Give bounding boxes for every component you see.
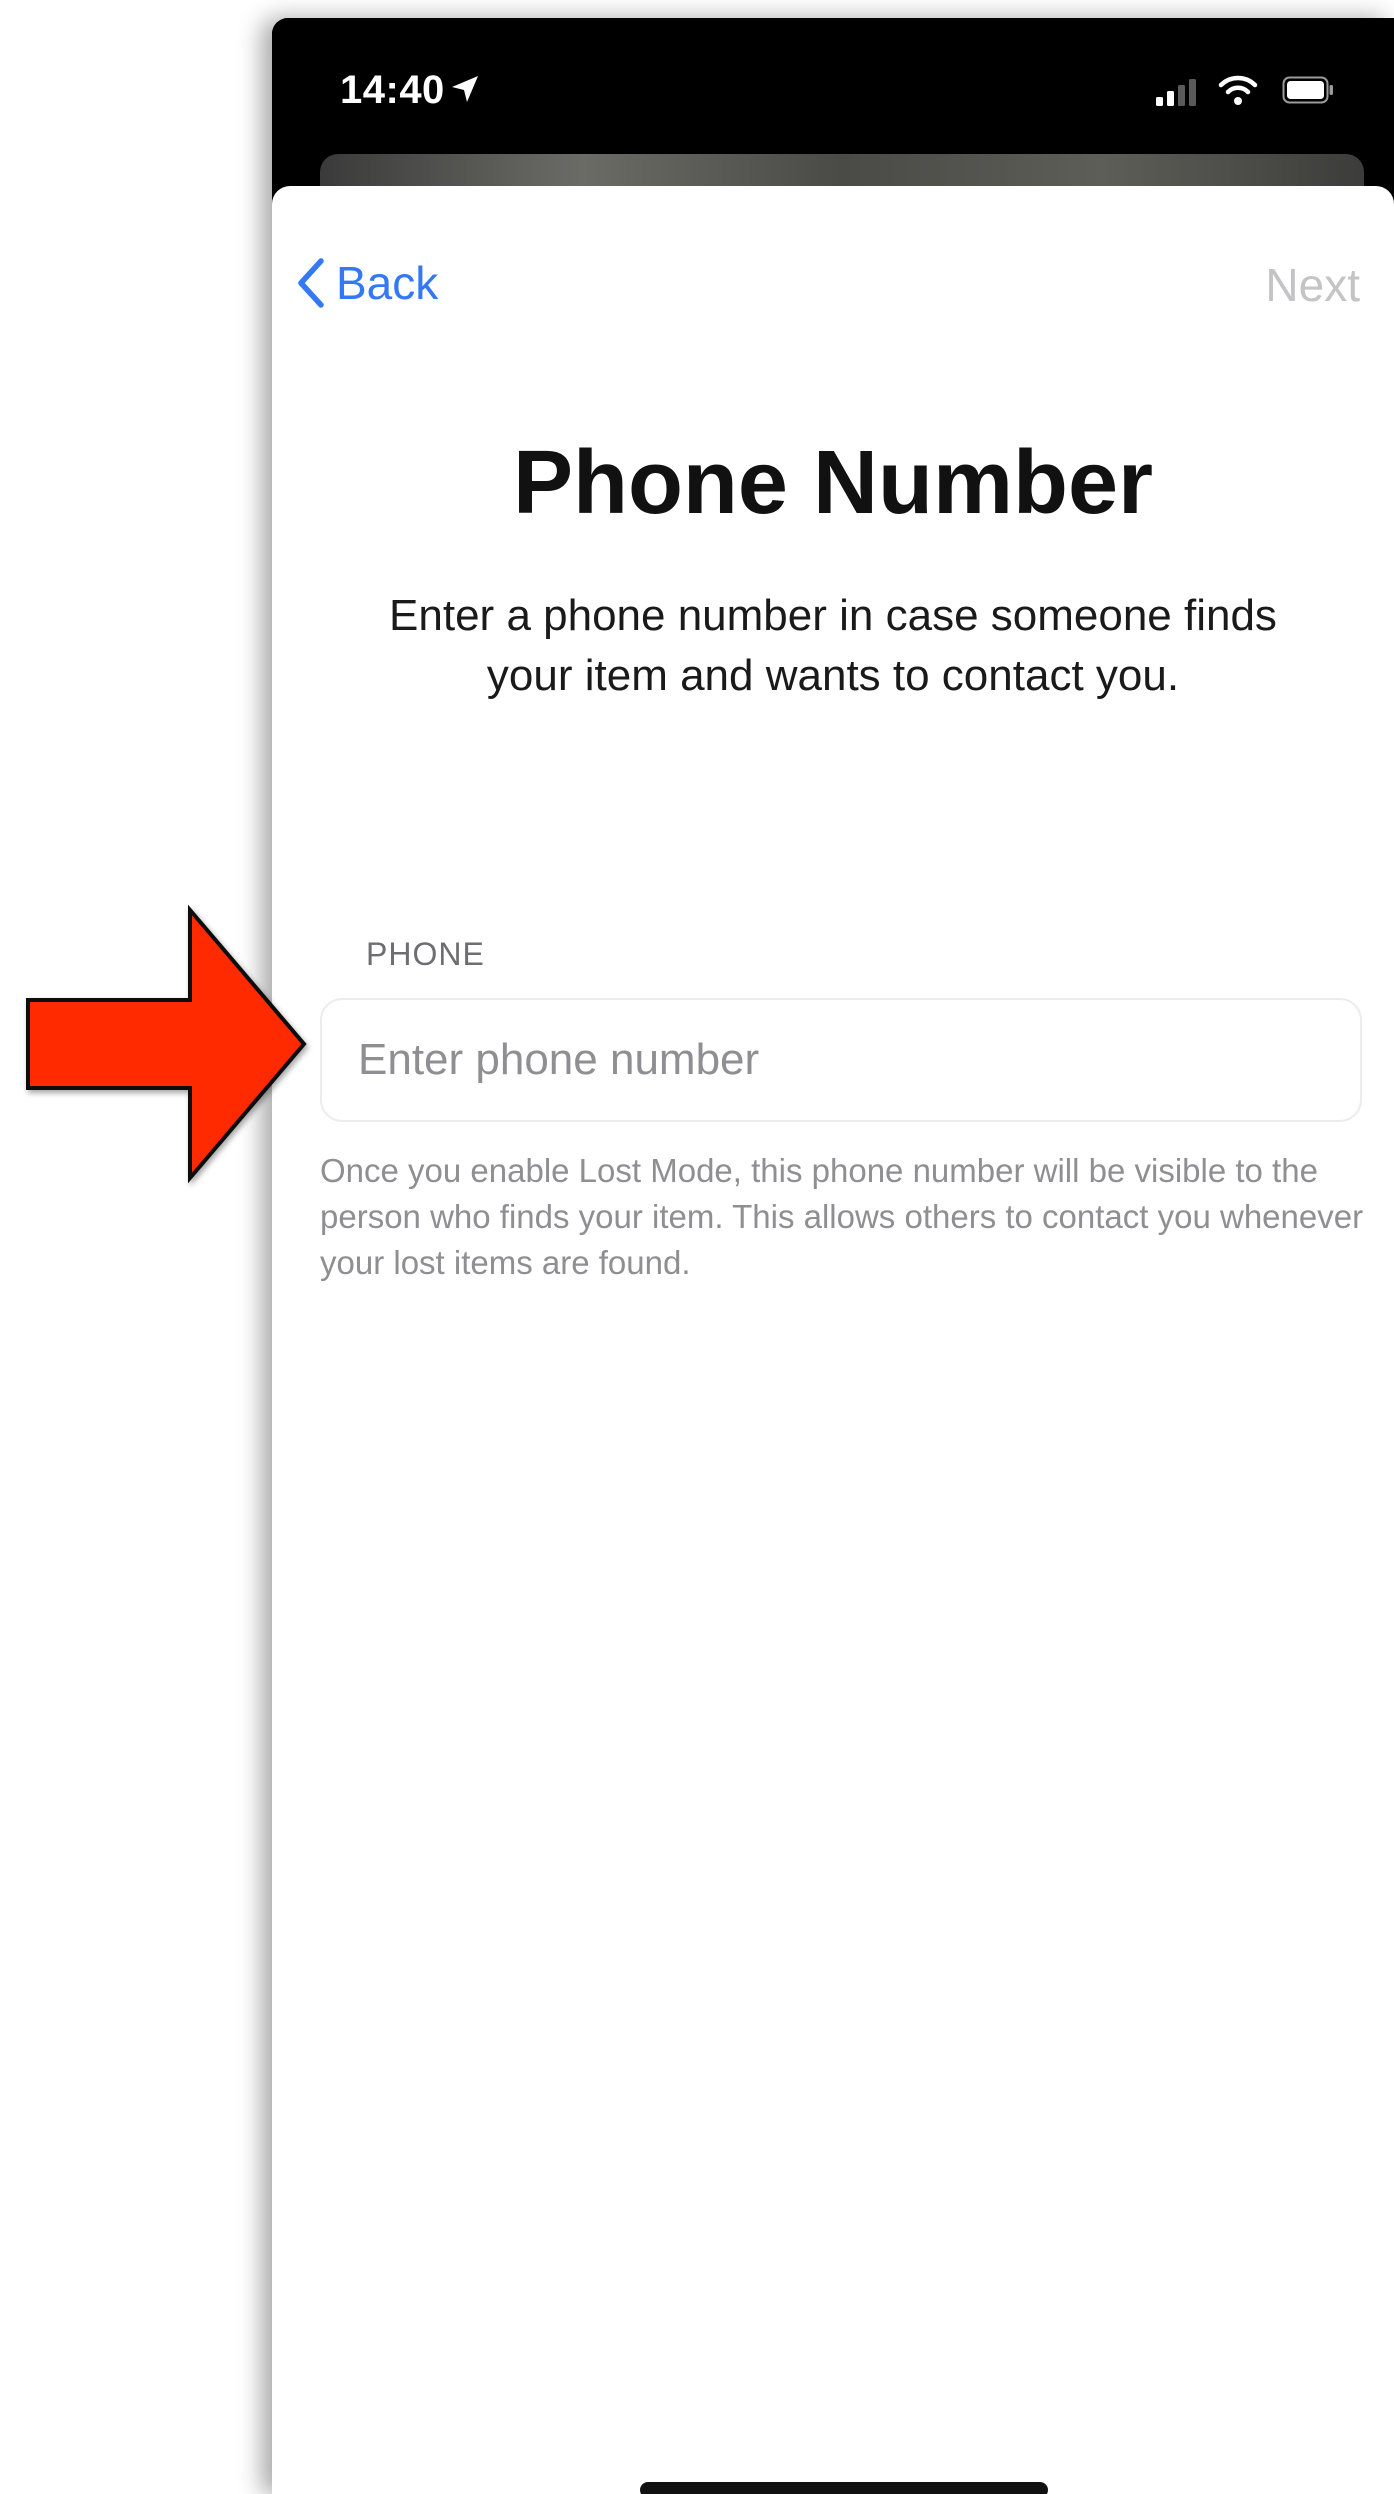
location-arrow-icon bbox=[452, 76, 478, 102]
back-button[interactable]: Back bbox=[296, 256, 438, 310]
wifi-icon bbox=[1218, 75, 1258, 105]
battery-icon bbox=[1282, 76, 1333, 104]
phone-field-label: PHONE bbox=[366, 936, 485, 972]
screenshot-stage: 14:40 Back Next Phone Number Enter a pho… bbox=[0, 0, 1394, 2494]
status-bar: 14:40 bbox=[272, 18, 1394, 168]
phone-screen: 14:40 Back Next Phone Number Enter a pho… bbox=[272, 18, 1394, 2494]
page-title: Phone Number bbox=[512, 433, 1154, 533]
phone-field bbox=[320, 998, 1362, 1122]
next-button[interactable]: Next bbox=[1265, 258, 1360, 312]
home-indicator[interactable] bbox=[640, 2482, 1048, 2494]
back-button-label: Back bbox=[336, 257, 439, 309]
phone-field-footnote: Once you enable Lost Mode, this phone nu… bbox=[320, 1152, 1364, 1281]
page-subtitle: Enter a phone number in case someone fin… bbox=[389, 591, 1277, 700]
red-arrow-right-icon bbox=[26, 904, 307, 1184]
modal-sheet: Back Next Phone Number Enter a phone num… bbox=[272, 186, 1394, 2494]
cellular-signal-icon bbox=[1156, 79, 1196, 106]
phone-number-input[interactable] bbox=[322, 1000, 1360, 1120]
status-time: 14:40 bbox=[340, 68, 445, 112]
chevron-left-icon bbox=[298, 258, 324, 308]
